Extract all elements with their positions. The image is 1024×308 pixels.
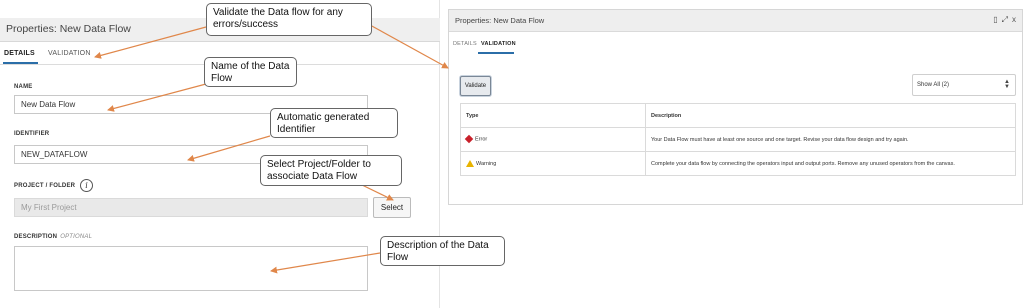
arrow-identifier [187, 135, 271, 162]
arrow-project [359, 183, 394, 201]
arrow-validate-left [94, 26, 207, 59]
callout-validate: Validate the Data flow for any errors/su… [206, 3, 372, 36]
arrow-validate-right [369, 24, 449, 69]
callout-identifier: Automatic generated Identifier [270, 108, 398, 138]
callout-project: Select Project/Folder to associate Data … [260, 155, 402, 186]
callout-name: Name of the Data Flow [204, 57, 297, 87]
callout-description: Description of the Data Flow [380, 236, 505, 266]
annotation-arrows [94, 24, 449, 274]
arrow-description [270, 252, 381, 274]
arrow-name [107, 83, 207, 112]
